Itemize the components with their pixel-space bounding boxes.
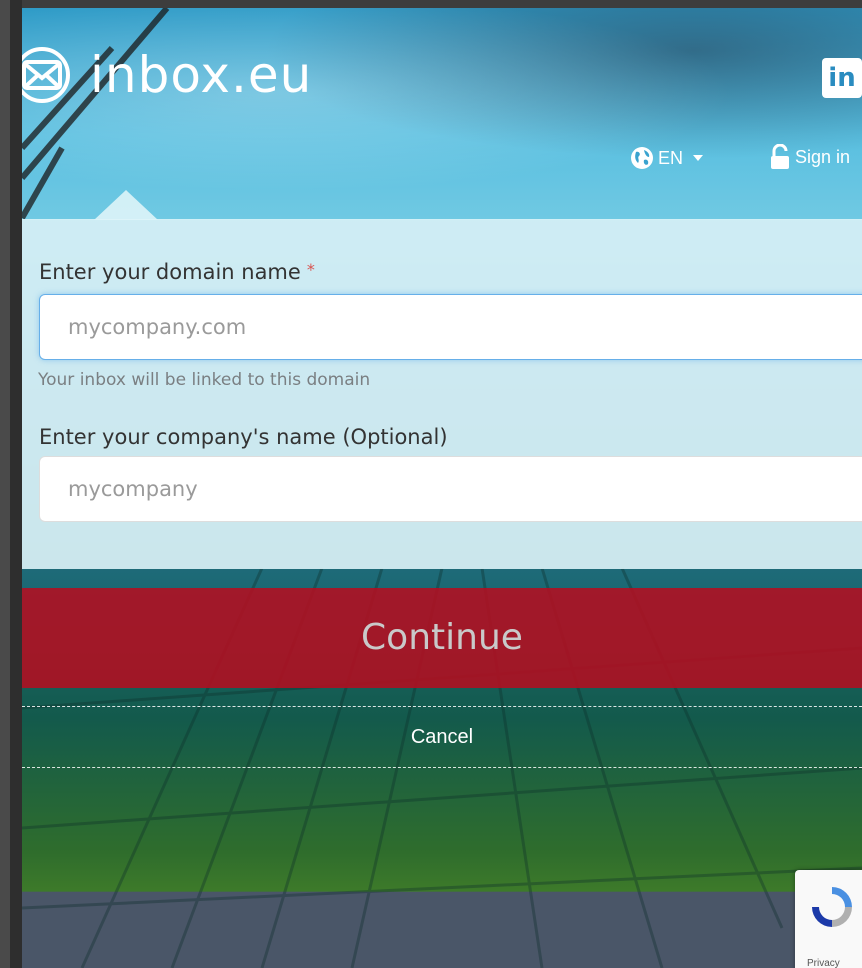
- browser-left-edge: [0, 0, 22, 968]
- domain-help-text: Your inbox will be linked to this domain: [38, 370, 371, 390]
- domain-input[interactable]: mycompany.com: [39, 294, 862, 360]
- inbox-logo[interactable]: inbox.eu: [22, 40, 312, 110]
- continue-button[interactable]: Continue: [22, 588, 862, 688]
- signin-label: Sign in: [795, 146, 851, 167]
- linkedin-icon[interactable]: in: [822, 58, 862, 98]
- language-label: EN: [658, 147, 684, 168]
- page: inbox.eu in EN Sign in Enter your domain…: [22, 8, 862, 968]
- company-input[interactable]: mycompany: [39, 456, 862, 522]
- envelope-logo-icon: [22, 47, 70, 103]
- panel-pointer: [94, 190, 158, 220]
- browser-left-edge-inner: [10, 0, 22, 968]
- signin-link[interactable]: Sign in: [769, 144, 850, 170]
- language-selector[interactable]: EN: [630, 146, 704, 170]
- chevron-down-icon: [693, 155, 704, 161]
- cancel-button[interactable]: Cancel: [22, 706, 862, 768]
- browser-top-edge: [0, 0, 862, 8]
- company-label: Enter your company's name (Optional): [39, 425, 448, 449]
- domain-label: Enter your domain name *: [39, 260, 315, 284]
- lock-open-icon: [771, 144, 789, 169]
- domain-label-text: Enter your domain name: [39, 260, 301, 284]
- required-mark: *: [306, 260, 315, 279]
- recaptcha-icon: [812, 887, 852, 927]
- recaptcha-badge[interactable]: Privacy: [795, 870, 862, 968]
- globe-icon: [631, 147, 653, 169]
- recaptcha-privacy-label[interactable]: Privacy: [807, 958, 840, 968]
- logo-text: inbox.eu: [90, 46, 313, 104]
